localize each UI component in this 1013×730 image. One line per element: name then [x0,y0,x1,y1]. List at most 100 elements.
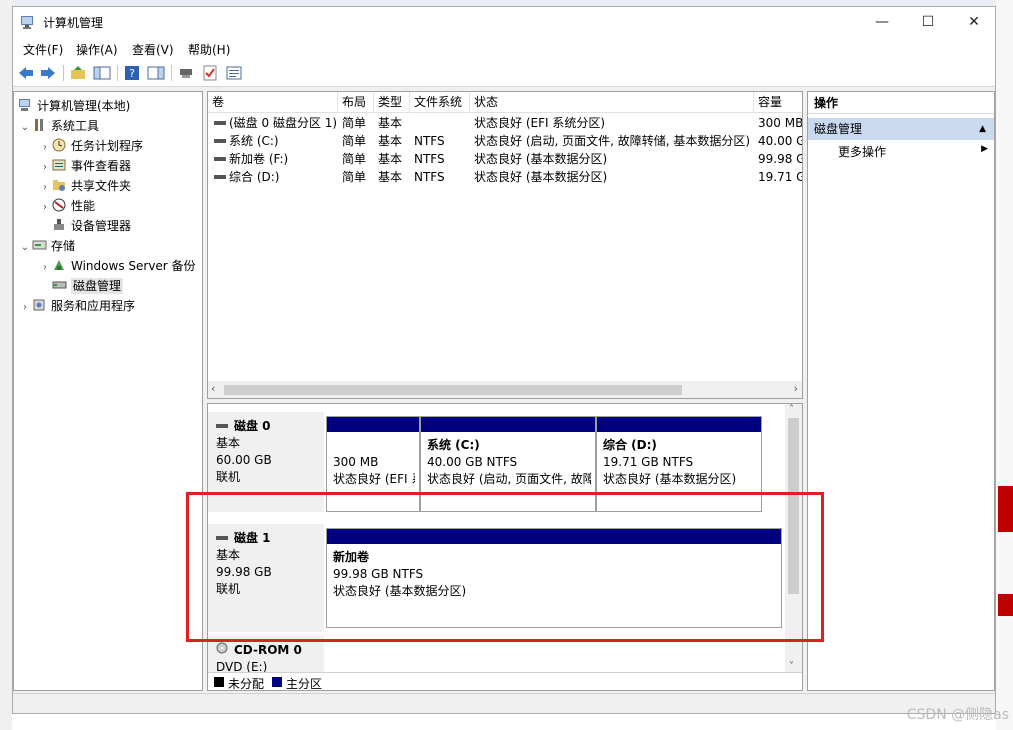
actions-group-disk-management[interactable]: 磁盘管理 ▲ [808,118,994,140]
tree-item-label: 性能 [71,199,96,213]
show-action-pane-icon[interactable] [147,65,165,81]
disk-1-label[interactable]: 磁盘 1 基本 99.98 GB 联机 [208,524,324,632]
expand-chevron-icon[interactable]: › [18,298,32,318]
capacity-cell: 99.98 GB [758,152,802,166]
connect-icon[interactable] [177,65,195,81]
volume-row[interactable]: 综合 (D:) 简单 基本 NTFS 状态良好 (基本数据分区) 19.71 G… [208,168,802,186]
scroll-left-icon[interactable]: ‹ [211,382,215,395]
close-button[interactable]: ✕ [951,7,997,37]
vertical-scroll-thumb[interactable] [788,418,799,594]
tree-item-device-manager[interactable]: 设备管理器 [38,216,131,236]
tools-icon [35,119,43,131]
performance-icon [52,198,66,212]
minimize-button[interactable]: — [859,7,905,37]
column-header-filesystem[interactable]: 文件系统 [410,92,470,113]
disk-0-label[interactable]: 磁盘 0 基本 60.00 GB 联机 [208,412,324,512]
forward-arrow-icon[interactable] [39,65,57,81]
column-header-status[interactable]: 状态 [470,92,754,113]
disk-type: 基本 [216,548,241,562]
submenu-arrow-icon[interactable]: ▶ [981,144,988,154]
expand-chevron-icon[interactable]: › [38,138,52,158]
menu-action[interactable]: 操作(A) [76,41,118,58]
partition-text: 新加卷 99.98 GB NTFS 状态良好 (基本数据分区) [333,549,777,600]
partition-name: 综合 (D:) [603,438,657,452]
tree-item-task-scheduler[interactable]: › 任务计划程序 [38,136,143,156]
toolbar-separator [63,65,64,81]
tree-item-label: 磁盘管理 [71,278,124,294]
partition-size: 99.98 GB NTFS [333,567,424,581]
computer-icon [19,99,30,111]
partition-status: 状态良好 (基本数据分区) [603,472,737,486]
expand-chevron-icon[interactable]: › [38,178,52,198]
tree-item-system-tools[interactable]: ⌄ 系统工具 [18,116,99,136]
column-header-volume[interactable]: 卷 [208,92,338,113]
menu-view[interactable]: 查看(V) [132,41,174,58]
collapse-chevron-icon[interactable]: ⌄ [18,238,32,258]
volume-name: (磁盘 0 磁盘分区 1) [229,116,338,130]
column-header-layout[interactable]: 布局 [338,92,374,113]
horizontal-scroll-thumb[interactable] [224,385,682,395]
partition-size: 300 MB [333,455,379,469]
partition-text: 300 MB 状态良好 (EFI 系统分区) [333,437,415,488]
tree-item-services-and-applications[interactable]: › 服务和应用程序 [18,296,135,316]
tree-item-shared-folders[interactable]: › 共享文件夹 [38,176,131,196]
computer-management-icon [21,16,33,29]
volume-row[interactable]: 新加卷 (F:) 简单 基本 NTFS 状态良好 (基本数据分区) 99.98 … [208,150,802,168]
watermark: CSDN @侧隐as [906,707,1009,723]
background-red-block [998,486,1013,532]
partition-type-bar [597,417,761,432]
collapse-triangle-icon[interactable]: ▲ [979,118,986,140]
tree-item-event-viewer[interactable]: › 事件查看器 [38,156,131,176]
column-header-capacity[interactable]: 容量 [754,92,802,113]
partition-data-d[interactable]: 综合 (D:) 19.71 GB NTFS 状态良好 (基本数据分区) [596,416,762,512]
tree-item-disk-management[interactable]: 磁盘管理 [38,276,124,296]
column-header-type[interactable]: 类型 [374,92,410,113]
action-more-actions[interactable]: 更多操作 [838,142,886,162]
tree-item-storage[interactable]: ⌄ 存储 [18,236,75,256]
properties-icon[interactable] [225,65,243,81]
partition-legend: 未分配 主分区 [208,672,802,690]
scroll-up-icon[interactable]: ˄ [789,404,794,415]
up-folder-icon[interactable] [69,65,87,81]
cdrom-icon [216,642,228,654]
expand-chevron-icon[interactable]: › [38,198,52,218]
horizontal-scrollbar[interactable]: ‹ › [208,381,802,398]
help-icon[interactable]: ? [123,65,141,81]
tree-item-label: 设备管理器 [71,219,132,233]
partition-type-bar [327,417,419,432]
volume-row[interactable]: 系统 (C:) 简单 基本 NTFS 状态良好 (启动, 页面文件, 故障转储,… [208,132,802,150]
background-right-strip [996,0,1013,730]
collapse-chevron-icon[interactable]: ⌄ [18,118,32,138]
tree-item-computer-management-local[interactable]: 计算机管理(本地) [18,96,130,116]
status-cell: 状态良好 (启动, 页面文件, 故障转储, 基本数据分区) [474,134,751,148]
menu-help[interactable]: 帮助(H) [188,41,230,58]
expand-chevron-icon[interactable]: › [38,258,52,278]
checklist-icon[interactable] [201,65,219,81]
back-arrow-icon[interactable] [17,65,35,81]
cdrom-0-label[interactable]: CD-ROM 0 DVD (E:) [208,636,324,676]
partition-new-volume-f[interactable]: 新加卷 99.98 GB NTFS 状态良好 (基本数据分区) [326,528,782,628]
filesystem-cell: NTFS [414,152,445,166]
show-hide-tree-icon[interactable] [93,65,111,81]
scroll-right-icon[interactable]: › [794,382,798,395]
vertical-scrollbar[interactable]: ˄ ˅ [785,404,802,672]
scroll-down-icon[interactable]: ˅ [789,661,794,672]
partition-status: 状态良好 (基本数据分区) [333,584,467,598]
services-icon [33,299,45,311]
volume-icon [214,175,226,179]
partition-system-c[interactable]: 系统 (C:) 40.00 GB NTFS 状态良好 (启动, 页面文件, 故障… [420,416,596,512]
expand-chevron-icon[interactable]: › [38,158,52,178]
volume-row[interactable]: (磁盘 0 磁盘分区 1) 简单 基本 状态良好 (EFI 系统分区) 300 … [208,114,802,132]
status-cell: 状态良好 (基本数据分区) [474,170,608,184]
toolbar: ? [13,59,995,87]
action-label: 更多操作 [838,145,887,159]
partition-text: 系统 (C:) 40.00 GB NTFS 状态良好 (启动, 页面文件, 故障… [427,437,591,488]
tree-item-windows-server-backup[interactable]: › Windows Server 备份 [38,256,196,276]
menu-file[interactable]: 文件(F) [23,41,63,58]
maximize-button[interactable]: ☐ [905,7,951,37]
computer-management-window: 计算机管理 — ☐ ✕ 文件(F) 操作(A) 查看(V) 帮助(H) ? 计算… [12,6,996,714]
type-cell: 基本 [378,134,403,148]
partition-efi[interactable]: 300 MB 状态良好 (EFI 系统分区) [326,416,420,512]
volume-name-cell: 新加卷 (F:) [210,150,338,168]
tree-item-performance[interactable]: › 性能 [38,196,95,216]
